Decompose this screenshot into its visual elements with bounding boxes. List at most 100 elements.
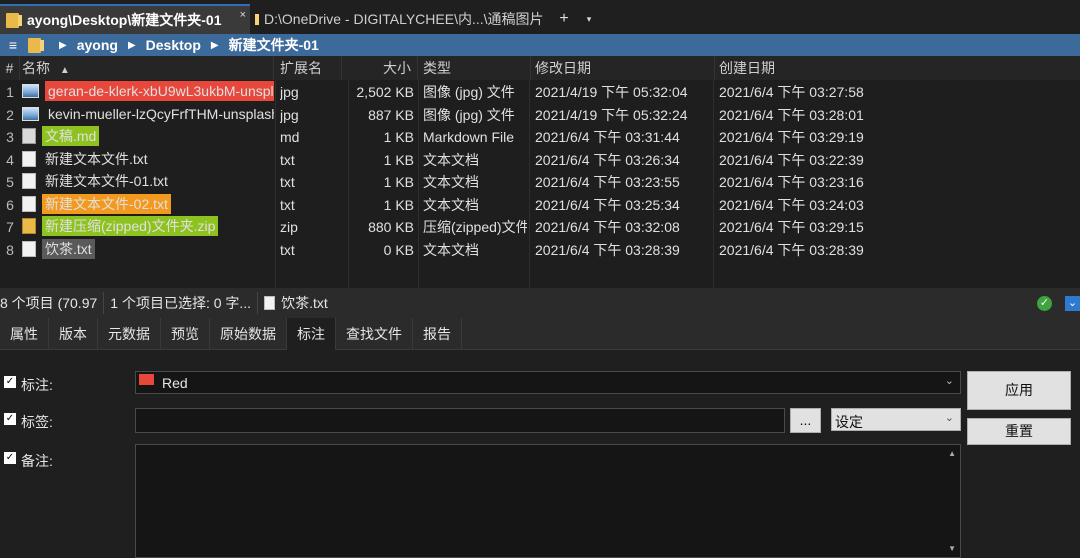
tab-properties[interactable]: 属性: [0, 318, 49, 350]
file-name-cell[interactable]: 新建文本文件.txt: [22, 149, 274, 169]
file-name: geran-de-klerk-xbU9wL3ukbM-unsplash.jpg: [45, 81, 274, 101]
file-type: Markdown File: [423, 129, 515, 145]
file-size: 880 KB: [368, 219, 414, 235]
file-type: 图像 (jpg) 文件: [423, 106, 515, 123]
tags-setting-select[interactable]: 设定 ⌄: [831, 408, 961, 431]
column-type[interactable]: 类型: [423, 56, 531, 80]
table-row[interactable]: 3 文稿.md md 1 KB Markdown File 2021/6/4 下午 03:…: [0, 126, 1080, 149]
tab-metadata[interactable]: 元数据: [98, 318, 161, 350]
file-extension: txt: [280, 196, 295, 213]
table-row[interactable]: 5 新建文本文件-01.txt txt 1 KB 文本文档 2021/6/4 下午 03:…: [0, 171, 1080, 194]
file-modified-date: 2021/4/19 下午 05:32:04: [535, 84, 688, 100]
tab-find-files[interactable]: 查找文件: [336, 318, 413, 350]
row-number: 3: [6, 129, 14, 145]
tab-list-dropdown-icon[interactable]: ▾: [578, 4, 600, 34]
column-extension[interactable]: 扩展名: [280, 56, 342, 80]
table-row[interactable]: 2 kevin-mueller-lzQcyFrfTHM-unsplash.jpg j…: [0, 104, 1080, 127]
tags-input[interactable]: [135, 408, 785, 433]
file-name-cell[interactable]: 新建文本文件-02.txt: [22, 193, 274, 214]
tags-label: 标签:: [21, 414, 53, 430]
text-file-icon: [22, 150, 36, 167]
item-count: 8 个项目 (70.97: [0, 292, 105, 314]
file-size: 0 KB: [383, 241, 414, 258]
folder-icon: [28, 37, 44, 53]
scroll-down-icon[interactable]: ▼: [948, 544, 956, 553]
tab-versions[interactable]: 版本: [49, 318, 98, 350]
check-circle-icon[interactable]: ✓: [1037, 296, 1052, 311]
file-size: 887 KB: [368, 106, 414, 123]
panel-tabs: 属性 版本 元数据 预览 原始数据 标注 查找文件 报告: [0, 318, 1080, 350]
file-created-date: 2021/6/4 下午 03:22:39: [719, 151, 864, 168]
tags-browse-button[interactable]: ...: [790, 408, 821, 433]
file-name: 饮茶.txt: [42, 238, 95, 259]
column-size[interactable]: 大小: [342, 56, 418, 80]
file-name: 新建文本文件-02.txt: [42, 193, 171, 214]
file-name: 文稿.md: [42, 126, 100, 146]
column-name[interactable]: 名称 ▲: [22, 56, 274, 80]
table-row[interactable]: 7 新建压缩(zipped)文件夹.zip zip 880 KB 压缩(zipped)文…: [0, 216, 1080, 239]
column-name-label: 名称: [22, 60, 50, 76]
file-modified-date: 2021/6/4 下午 03:25:34: [535, 196, 680, 213]
column-number[interactable]: #: [0, 56, 20, 80]
text-file-icon: [22, 173, 36, 189]
breadcrumb-item-folder[interactable]: 新建文件夹-01: [229, 35, 319, 55]
close-icon[interactable]: ×: [240, 9, 246, 21]
file-name-cell[interactable]: kevin-mueller-lzQcyFrfTHM-unsplash.jpg: [22, 104, 274, 124]
breadcrumb-item-desktop[interactable]: Desktop: [146, 37, 201, 53]
file-name-cell[interactable]: 新建文本文件-01.txt: [22, 171, 274, 191]
notes-checkbox[interactable]: ✓: [4, 452, 16, 464]
file-extension: jpg: [280, 106, 299, 123]
sort-ascending-icon: ▲: [59, 65, 70, 76]
tab-report[interactable]: 报告: [413, 318, 462, 350]
tab-label: ayong\Desktop\新建文件夹-01: [27, 12, 222, 28]
mark-select[interactable]: Red ⌄: [135, 371, 961, 394]
image-icon: [22, 84, 39, 98]
chevron-down-icon: ⌄: [944, 375, 954, 387]
reset-button[interactable]: 重置: [967, 418, 1071, 445]
tags-checkbox[interactable]: ✓: [4, 413, 16, 425]
file-modified-date: 2021/6/4 下午 03:32:08: [535, 219, 680, 235]
file-size: 1 KB: [383, 196, 414, 213]
file-name-cell[interactable]: 新建压缩(zipped)文件夹.zip: [22, 216, 274, 236]
row-number: 6: [6, 196, 14, 213]
chevron-down-icon: ⌄: [944, 412, 954, 424]
dropdown-toggle-icon[interactable]: ⌄: [1065, 296, 1080, 311]
tab-onedrive-folder[interactable]: D:\OneDrive - DIGITALYCHEE\内...\通稿图片: [250, 4, 550, 34]
file-name: 新建压缩(zipped)文件夹.zip: [42, 216, 219, 236]
column-modified[interactable]: 修改日期: [535, 56, 715, 80]
mark-checkbox[interactable]: ✓: [4, 376, 16, 388]
file-extension: txt: [280, 151, 295, 168]
notes-textarea[interactable]: ▲ ▼: [135, 444, 961, 558]
scroll-up-icon[interactable]: ▲: [948, 449, 956, 458]
file-name-cell[interactable]: geran-de-klerk-xbU9wL3ukbM-unsplash.jpg: [22, 81, 274, 101]
file-name-cell[interactable]: 饮茶.txt: [22, 238, 274, 259]
selection-info: 1 个项目已选择: 0 字...: [104, 292, 259, 314]
tab-label[interactable]: 标注: [287, 318, 336, 350]
zip-folder-icon: [22, 218, 36, 234]
new-tab-button[interactable]: +: [550, 4, 578, 34]
file-created-date: 2021/6/4 下午 03:29:19: [719, 129, 864, 145]
file-extension: txt: [280, 174, 295, 190]
row-number: 7: [6, 219, 14, 235]
file-extension: md: [280, 129, 300, 145]
table-row[interactable]: 6 新建文本文件-02.txt txt 1 KB 文本文档 2021/6/4 下午 03:…: [0, 193, 1080, 217]
table-row[interactable]: 8 饮茶.txt txt 0 KB 文本文档 2021/6/4 下午 03:28:39 20…: [0, 238, 1080, 262]
file-created-date: 2021/6/4 下午 03:28:39: [719, 241, 864, 258]
tab-desktop-folder[interactable]: ayong\Desktop\新建文件夹-01 ×: [0, 4, 250, 34]
tab-bar: ayong\Desktop\新建文件夹-01 × D:\OneDrive - D…: [0, 0, 1080, 34]
apply-button[interactable]: 应用: [967, 371, 1071, 410]
file-created-date: 2021/6/4 下午 03:23:16: [719, 174, 864, 190]
table-row[interactable]: 1 geran-de-klerk-xbU9wL3ukbM-unsplash.jpg…: [0, 81, 1080, 104]
column-created[interactable]: 创建日期: [719, 56, 1080, 80]
row-number: 2: [6, 106, 14, 123]
menu-icon[interactable]: ≡: [0, 37, 26, 53]
breadcrumb-item-ayong[interactable]: ayong: [77, 37, 118, 53]
file-size: 2,502 KB: [356, 84, 414, 100]
row-number: 5: [6, 174, 14, 190]
chevron-right-icon: ▶: [210, 39, 219, 51]
table-row[interactable]: 4 新建文本文件.txt txt 1 KB 文本文档 2021/6/4 下午 03:26:…: [0, 149, 1080, 172]
tab-preview[interactable]: 预览: [161, 318, 210, 350]
markdown-icon: [22, 128, 36, 144]
file-name-cell[interactable]: 文稿.md: [22, 126, 274, 146]
tab-raw-data[interactable]: 原始数据: [210, 318, 287, 350]
